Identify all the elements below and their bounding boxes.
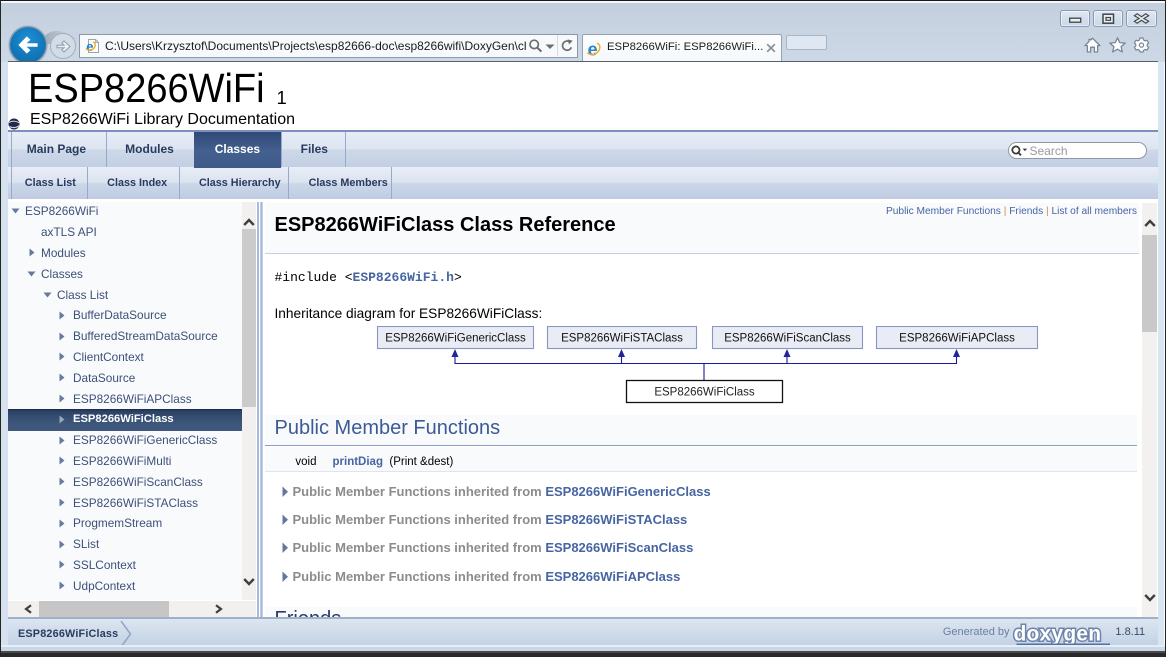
svg-text:ESP8266WiFiAPClass: ESP8266WiFiAPClass xyxy=(899,333,1015,345)
svg-text:doxygen: doxygen xyxy=(1014,623,1102,646)
svg-text:ESP8266WiFiSTAClass: ESP8266WiFiSTAClass xyxy=(561,333,683,345)
svg-text:ESP8266WiFiClass: ESP8266WiFiClass xyxy=(654,387,755,399)
svg-text:ESP8266WiFiScanClass: ESP8266WiFiScanClass xyxy=(724,333,851,345)
svg-text:e: e xyxy=(587,40,597,58)
svg-text:e: e xyxy=(86,39,93,54)
svg-text:ESP8266WiFiGenericClass: ESP8266WiFiGenericClass xyxy=(385,333,526,345)
